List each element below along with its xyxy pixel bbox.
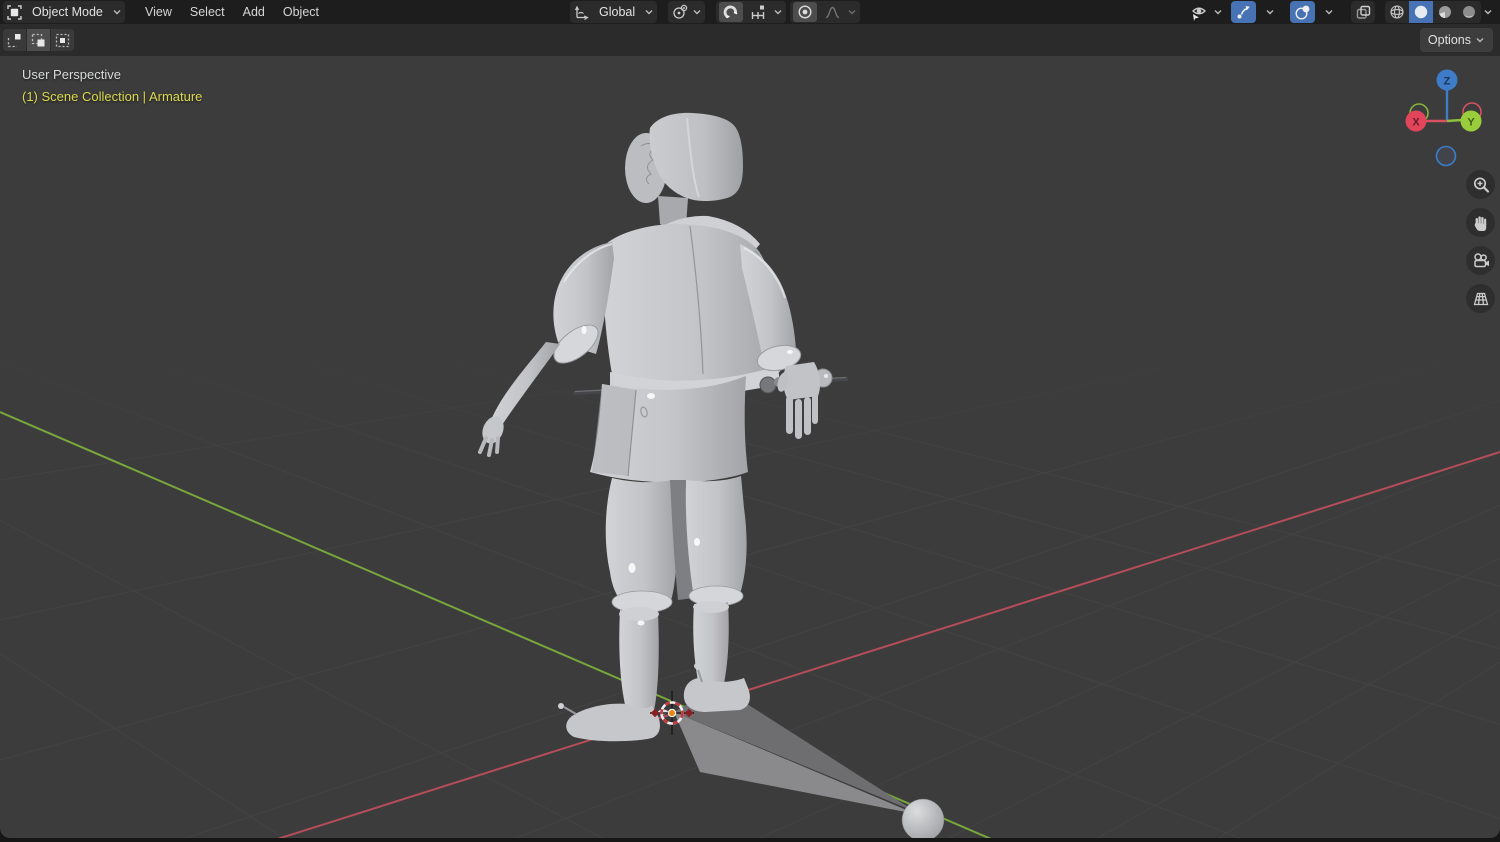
pan-button[interactable] [1466,208,1495,237]
sock-left [619,610,659,718]
snap-increment-icon [751,5,764,19]
camera-view-button[interactable] [1466,246,1495,275]
axis-x-line [277,451,1500,838]
header-menus: View Select Add Object [136,1,328,23]
chevron-down-icon [1266,10,1274,15]
snap-toggle-button[interactable] [719,2,743,22]
gizmo-dropdown[interactable] [1258,2,1282,22]
shading-solid-button[interactable] [1409,1,1433,23]
sock-band-left [619,607,659,621]
options-dropdown[interactable]: Options [1419,28,1493,52]
left-fingers [786,392,818,439]
show-object-types-dropdown[interactable] [1187,2,1211,22]
chevron-down-icon [645,10,653,15]
proportional-editing-icon [798,5,812,19]
shading-rendered-button[interactable] [1457,1,1481,23]
tweak-tool-icon [7,33,21,47]
snapping-group [716,1,786,23]
bone-tail-sphere [901,798,945,838]
tool-select-circle-button[interactable] [51,29,74,51]
menu-view[interactable]: View [136,1,181,23]
orientation-axes-icon [574,5,589,20]
shading-wireframe-icon [1390,5,1404,19]
viewport-header: Object Mode View Select Add Object Globa… [0,0,1500,24]
camera-icon [1473,252,1489,267]
mode-dropdown[interactable]: Object Mode [3,1,125,23]
chevron-down-icon[interactable] [1483,7,1493,17]
select-box-icon [31,33,45,46]
3d-viewport[interactable]: User Perspective (1) Scene Collection | … [0,0,1500,838]
viewport-display-cluster [1184,1,1496,23]
overlays-dropdown[interactable] [1317,2,1341,22]
zoom-button[interactable] [1466,170,1495,199]
chevron-down-icon[interactable] [847,7,857,17]
breadcrumb: (1) Scene Collection | Armature [22,89,203,104]
chevron-down-icon[interactable] [773,7,783,17]
gizmo-y-label: Y [1467,117,1475,129]
toggle-perspective-button[interactable] [1466,284,1495,313]
snap-target-dropdown[interactable] [746,2,770,22]
falloff-dropdown[interactable] [820,2,844,22]
proportional-editing-group [790,1,860,23]
chevron-down-icon [113,10,121,15]
show-overlays-toggle[interactable] [1290,1,1315,23]
options-label: Options [1427,33,1471,47]
navigation-gizmo[interactable]: Z X Y [1402,62,1492,172]
chevron-down-icon [1476,38,1484,43]
show-object-types-eye-icon [1191,7,1207,21]
shading-wireframe-button[interactable] [1385,1,1409,23]
toggle-xray-button[interactable] [1351,1,1375,23]
menu-add[interactable]: Add [234,1,274,23]
orientation-label: Global [599,5,636,19]
menu-select[interactable]: Select [181,1,234,23]
transform-orientation-dropdown[interactable]: Global [570,1,658,23]
shoe-left [566,703,660,742]
select-circle-icon [55,33,70,47]
shading-rendered-icon [1463,6,1475,18]
object-mode-icon [7,4,22,20]
zoom-icon [1473,176,1489,193]
gizmo-x-label: X [1412,117,1420,129]
gizmo-z-label: Z [1444,76,1451,88]
hand-icon [1474,215,1486,231]
pivot-point-dropdown[interactable] [668,1,705,23]
shading-material-button[interactable] [1433,1,1457,23]
chevron-down-icon [693,10,701,15]
character-mesh[interactable] [478,112,849,742]
select-tool-group [3,29,74,51]
shading-mode-group [1385,1,1481,23]
toggle-xray-icon [1356,5,1370,19]
axis-neg-z-ball[interactable] [1435,145,1457,167]
chevron-down-icon [1325,10,1333,15]
tool-select-box-button[interactable] [27,29,50,51]
show-overlays-icon [1295,5,1310,20]
pivot-median-point-icon [673,4,688,19]
blender-window: User Perspective (1) Scene Collection | … [0,0,1500,842]
viewport-scene [0,112,1500,838]
shoe-right [683,678,750,712]
view-perspective-label: User Perspective [22,67,121,82]
shading-material-preview-icon [1439,6,1451,18]
proportional-editing-toggle[interactable] [793,2,817,22]
snap-magnet-icon [723,5,738,19]
tool-settings-bar: Options [0,24,1500,56]
mode-label: Object Mode [32,5,103,19]
show-gizmo-icon [1237,5,1250,18]
show-gizmo-toggle[interactable] [1231,1,1256,23]
sock-band-right [693,601,729,613]
pants-right [683,476,747,598]
shading-solid-icon [1414,5,1428,19]
pants-left [605,478,677,604]
grid-perspective-icon [1473,292,1488,305]
chevron-down-icon[interactable] [1213,7,1223,17]
tool-tweak-button[interactable] [3,29,26,51]
menu-object[interactable]: Object [274,1,328,23]
falloff-curve-icon [825,6,839,18]
